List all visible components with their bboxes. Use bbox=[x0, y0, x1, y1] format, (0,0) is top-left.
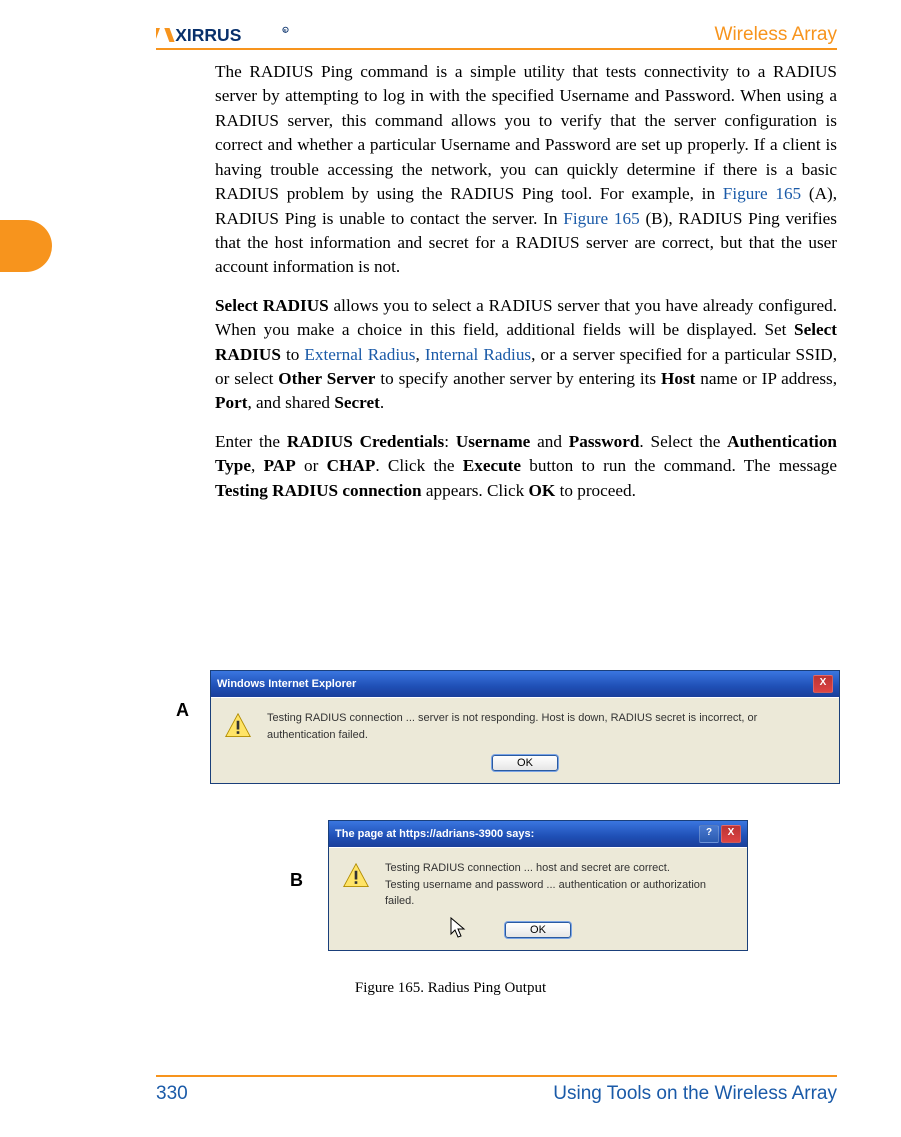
text: appears. Click bbox=[422, 481, 529, 500]
text: button to run the command. The message bbox=[521, 456, 837, 475]
section-title: Using Tools on the Wireless Array bbox=[553, 1083, 837, 1105]
dialog-b-line2: Testing username and password ... authen… bbox=[385, 877, 731, 910]
term: Port bbox=[215, 393, 247, 412]
text: , and shared bbox=[247, 393, 334, 412]
term: CHAP bbox=[327, 456, 376, 475]
svg-text:XIRRUS: XIRRUS bbox=[175, 25, 241, 45]
svg-text:R: R bbox=[283, 28, 287, 34]
text: or bbox=[296, 456, 327, 475]
text: . Select the bbox=[639, 432, 727, 451]
text: to specify another server by entering it… bbox=[375, 369, 661, 388]
dialog-a-titlebar: Windows Internet Explorer X bbox=[211, 671, 839, 697]
close-icon[interactable]: X bbox=[721, 825, 741, 843]
dialog-b: The page at https://adrians-3900 says: ?… bbox=[328, 820, 748, 951]
term: Host bbox=[661, 369, 695, 388]
cursor-icon bbox=[449, 916, 469, 940]
ok-button[interactable]: OK bbox=[505, 922, 571, 938]
text: The RADIUS Ping command is a simple util… bbox=[215, 62, 837, 203]
term: Secret bbox=[334, 393, 380, 412]
paragraph-1: The RADIUS Ping command is a simple util… bbox=[215, 60, 837, 280]
term: Testing RADIUS connection bbox=[215, 481, 422, 500]
footer-bar: 330 Using Tools on the Wireless Array bbox=[156, 1075, 837, 1105]
text: , bbox=[251, 456, 264, 475]
dialog-b-titlebar: The page at https://adrians-3900 says: ?… bbox=[329, 821, 747, 847]
warning-icon bbox=[341, 862, 371, 890]
ok-button[interactable]: OK bbox=[492, 755, 558, 771]
figure-link[interactable]: Figure 165 bbox=[723, 184, 801, 203]
brand-logo: XIRRUS R bbox=[156, 24, 296, 46]
term: Other Server bbox=[278, 369, 375, 388]
text: name or IP address, bbox=[695, 369, 837, 388]
header-bar: XIRRUS R Wireless Array bbox=[156, 18, 837, 50]
text: , bbox=[415, 345, 424, 364]
text: Enter the bbox=[215, 432, 287, 451]
figure-label-a: A bbox=[176, 700, 189, 721]
text: : bbox=[444, 432, 456, 451]
dialog-a-message: Testing RADIUS connection ... server is … bbox=[267, 710, 823, 743]
link-external-radius[interactable]: External Radius bbox=[304, 345, 415, 364]
text: to proceed. bbox=[555, 481, 636, 500]
paragraph-3: Enter the RADIUS Credentials: Username a… bbox=[215, 430, 837, 503]
text: . Click the bbox=[375, 456, 462, 475]
close-icon[interactable]: X bbox=[813, 675, 833, 693]
dialog-a: Windows Internet Explorer X Testing RADI… bbox=[210, 670, 840, 784]
header-title: Wireless Array bbox=[715, 24, 837, 46]
figure-link[interactable]: Figure 165 bbox=[563, 209, 639, 228]
term: Execute bbox=[463, 456, 521, 475]
side-tab-decoration bbox=[0, 220, 52, 272]
term: PAP bbox=[264, 456, 296, 475]
text: and bbox=[530, 432, 568, 451]
dialog-b-title: The page at https://adrians-3900 says: bbox=[335, 828, 534, 840]
body-text: The RADIUS Ping command is a simple util… bbox=[215, 60, 837, 517]
figure-caption: Figure 165. Radius Ping Output bbox=[0, 980, 901, 997]
paragraph-2: Select RADIUS allows you to select a RAD… bbox=[215, 294, 837, 416]
term: OK bbox=[529, 481, 556, 500]
help-icon[interactable]: ? bbox=[699, 825, 719, 843]
text: to bbox=[281, 345, 305, 364]
term: Username bbox=[456, 432, 530, 451]
term: Select RADIUS bbox=[215, 296, 329, 315]
term: RADIUS Credentials bbox=[287, 432, 444, 451]
dialog-b-line1: Testing RADIUS connection ... host and s… bbox=[385, 860, 731, 877]
term: Password bbox=[569, 432, 640, 451]
dialog-a-title: Windows Internet Explorer bbox=[217, 678, 356, 690]
figure-label-b: B bbox=[290, 870, 303, 891]
page-number: 330 bbox=[156, 1083, 188, 1105]
warning-icon bbox=[223, 712, 253, 740]
text: . bbox=[380, 393, 384, 412]
link-internal-radius[interactable]: Internal Radius bbox=[425, 345, 531, 364]
